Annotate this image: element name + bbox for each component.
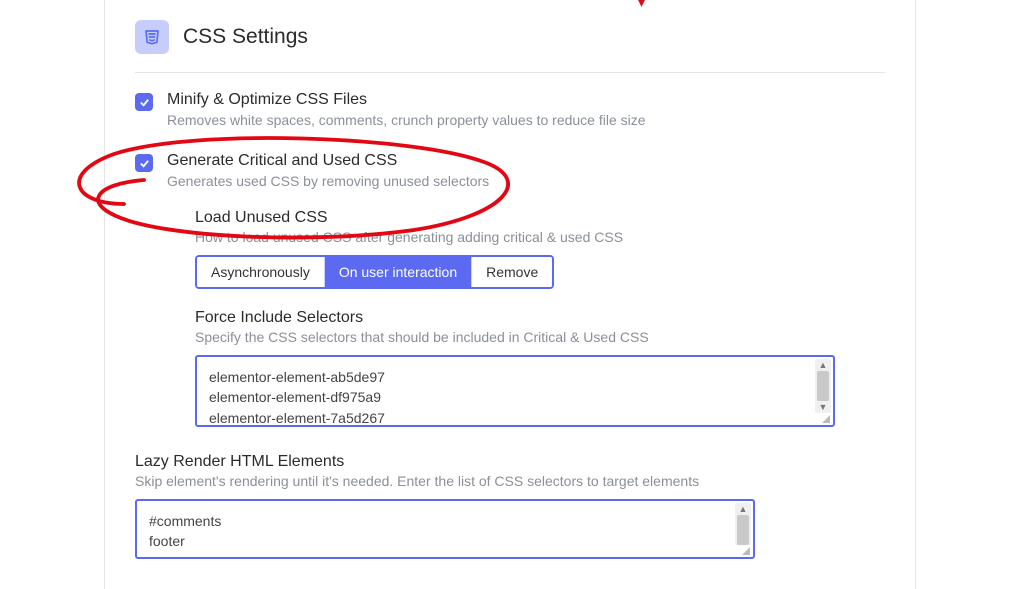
scroll-thumb[interactable] — [737, 515, 749, 545]
scroll-thumb[interactable] — [817, 371, 829, 401]
lazy-render-textarea[interactable]: #comments footer elementor-element-c8 ▲ … — [135, 499, 755, 559]
section-header: CSS Settings — [135, 20, 885, 73]
load-unused-btn-async[interactable]: Asynchronously — [197, 257, 324, 287]
load-unused-btn-interaction[interactable]: On user interaction — [324, 257, 471, 287]
scroll-up-icon[interactable]: ▲ — [819, 359, 828, 371]
section-title: CSS Settings — [183, 25, 308, 49]
load-unused-desc: How to load unused CSS after generating … — [195, 229, 885, 245]
force-include-textarea[interactable]: elementor-element-ab5de97 elementor-elem… — [195, 355, 835, 427]
option-critical-desc: Generates used CSS by removing unused se… — [167, 173, 489, 189]
option-minify: Minify & Optimize CSS Files Removes whit… — [135, 91, 885, 128]
force-include-desc: Specify the CSS selectors that should be… — [195, 329, 885, 345]
lazy-render-title: Lazy Render HTML Elements — [135, 453, 885, 471]
annotation-tick: ▾ — [638, 0, 645, 11]
option-minify-desc: Removes white spaces, comments, crunch p… — [167, 112, 646, 128]
lazy-render-content[interactable]: #comments footer elementor-element-c8 — [137, 501, 753, 557]
option-critical: Generate Critical and Used CSS Generates… — [135, 152, 885, 189]
option-critical-title: Generate Critical and Used CSS — [167, 152, 489, 170]
textarea-scrollbar[interactable]: ▲ ▼ — [815, 359, 831, 413]
critical-sub-block: Load Unused CSS How to load unused CSS a… — [195, 209, 885, 427]
load-unused-title: Load Unused CSS — [195, 209, 885, 227]
load-unused-buttons: Asynchronously On user interaction Remov… — [195, 255, 554, 289]
checkbox-minify[interactable] — [135, 93, 153, 111]
checkbox-critical[interactable] — [135, 154, 153, 172]
lazy-render-desc: Skip element's rendering until it's need… — [135, 473, 885, 489]
resize-handle[interactable] — [739, 544, 751, 556]
force-include-title: Force Include Selectors — [195, 309, 885, 327]
css-settings-panel: ▾ CSS Settings Minify & Optimize CSS Fil… — [104, 0, 916, 589]
option-minify-title: Minify & Optimize CSS Files — [167, 91, 646, 109]
scroll-up-icon[interactable]: ▲ — [739, 503, 748, 515]
textarea-scrollbar[interactable]: ▲ ▼ — [735, 503, 751, 545]
resize-handle[interactable] — [819, 412, 831, 424]
force-include-content[interactable]: elementor-element-ab5de97 elementor-elem… — [197, 357, 833, 425]
lazy-render-block: Lazy Render HTML Elements Skip element's… — [135, 453, 885, 559]
load-unused-btn-remove[interactable]: Remove — [471, 257, 552, 287]
css3-icon — [135, 20, 169, 54]
